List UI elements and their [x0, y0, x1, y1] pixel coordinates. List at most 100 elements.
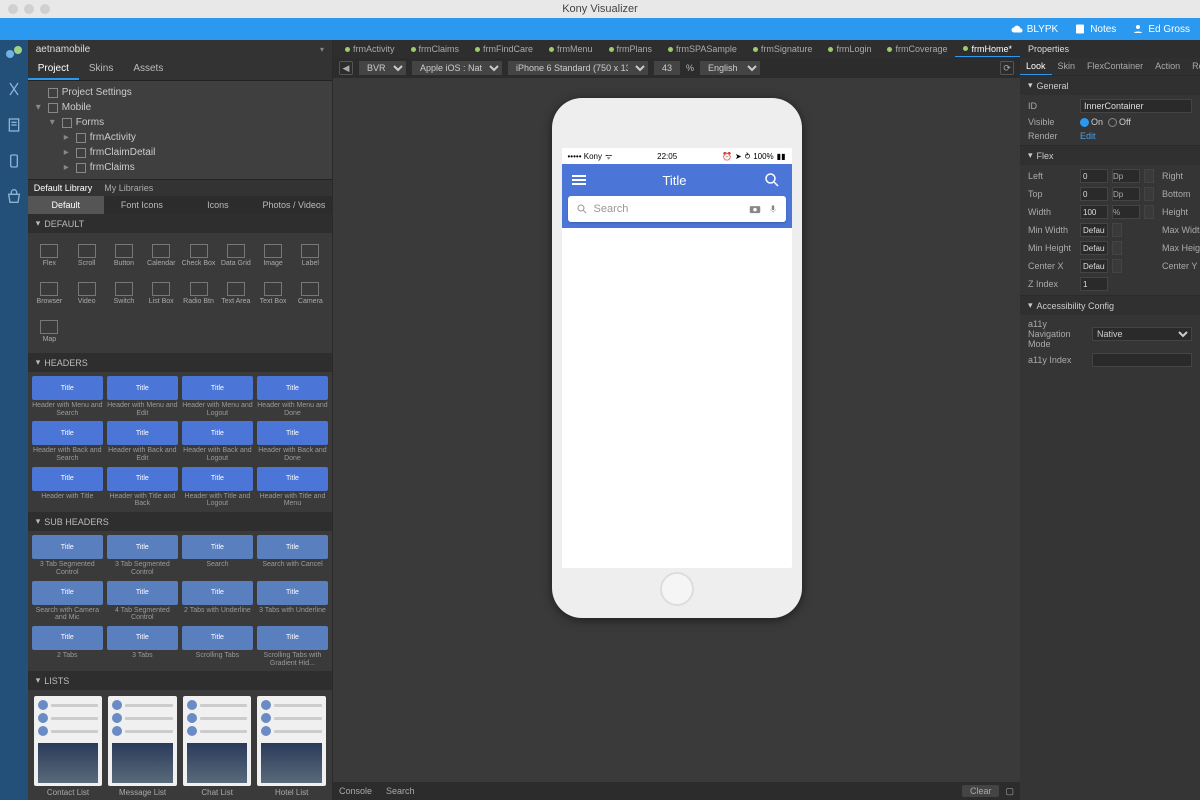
camera-icon[interactable]	[748, 202, 762, 216]
tree-mobile[interactable]: ▾Mobile	[28, 100, 332, 115]
subheader-template[interactable]: Search with Cancel	[257, 535, 328, 576]
document-icon[interactable]	[5, 116, 23, 134]
header-template[interactable]: Header with Title	[32, 467, 103, 508]
file-tab[interactable]: frmHome*	[955, 42, 1020, 57]
device-icon[interactable]	[5, 152, 23, 170]
widget-item[interactable]: Browser	[32, 275, 67, 311]
file-tab[interactable]: frmClaims	[403, 42, 468, 56]
id-input[interactable]	[1080, 99, 1192, 113]
filter-fonticons[interactable]: Font Icons	[104, 196, 180, 214]
section-subheaders[interactable]: ▾SUB HEADERS	[28, 512, 332, 531]
header-template[interactable]: Header with Menu and Edit	[107, 376, 178, 417]
widget-item[interactable]: List Box	[144, 275, 179, 311]
minw-input[interactable]	[1080, 223, 1108, 237]
section-lists[interactable]: ▾LISTS	[28, 671, 332, 690]
widget-item[interactable]: Flex	[32, 237, 67, 273]
header-template[interactable]: Header with Menu and Search	[32, 376, 103, 417]
a11y-index-input[interactable]	[1092, 353, 1192, 367]
widget-item[interactable]: Label	[293, 237, 328, 273]
file-tab[interactable]: frmActivity	[337, 42, 403, 56]
tree-item[interactable]: ▸frmClaimDetail	[56, 145, 332, 160]
cx-input[interactable]	[1080, 259, 1108, 273]
a11y-mode-select[interactable]: Native	[1092, 327, 1192, 341]
subheader-template[interactable]: 3 Tabs	[107, 626, 178, 667]
header-template[interactable]: Header with Back and Logout	[182, 421, 253, 462]
console-tab[interactable]: Console	[339, 786, 372, 796]
section-headers[interactable]: ▾HEADERS	[28, 353, 332, 372]
chevron-down-icon[interactable]: ▾	[320, 45, 324, 54]
zoom-input[interactable]	[654, 61, 680, 75]
header-template[interactable]: Header with Menu and Done	[257, 376, 328, 417]
left-input[interactable]	[1080, 169, 1108, 183]
subheader-template[interactable]: 3 Tab Segmented Control	[107, 535, 178, 576]
header-template[interactable]: Header with Back and Edit	[107, 421, 178, 462]
mic-icon[interactable]	[768, 202, 778, 216]
visible-off-radio[interactable]	[1108, 118, 1117, 127]
prop-tab-look[interactable]: Look	[1020, 58, 1052, 75]
widget-item[interactable]: Check Box	[181, 237, 216, 273]
clear-button[interactable]: Clear	[962, 785, 1000, 797]
section-default[interactable]: ▾DEFAULT	[28, 214, 332, 233]
subheader-template[interactable]: 3 Tabs with Underline	[257, 581, 328, 622]
header-template[interactable]: Header with Title and Logout	[182, 467, 253, 508]
locale-select[interactable]: English	[700, 61, 760, 75]
lib-tab-my[interactable]: My Libraries	[104, 183, 153, 193]
minh-input[interactable]	[1080, 241, 1108, 255]
prop-tab-flex[interactable]: FlexContainer	[1081, 58, 1149, 75]
menu-icon[interactable]	[572, 175, 586, 185]
widget-item[interactable]: Camera	[293, 275, 328, 311]
list-template[interactable]: Chat List	[183, 696, 252, 800]
device-screen[interactable]: ••••• Kony ᯤ 22:05 ⏰➤⥁100%▮▮ Title Searc…	[562, 148, 792, 568]
list-template[interactable]: Hotel List	[257, 696, 326, 800]
cloud-button[interactable]: BLYPK	[1011, 23, 1059, 35]
subheader-template[interactable]: 2 Tabs with Underline	[182, 581, 253, 622]
prop-tab-skin[interactable]: Skin	[1052, 58, 1082, 75]
filter-default[interactable]: Default	[28, 196, 104, 214]
file-tab[interactable]: frmSignature	[745, 42, 821, 56]
subheader-template[interactable]: Scrolling Tabs with Gradient Hid...	[257, 626, 328, 667]
visible-on-radio[interactable]	[1080, 118, 1089, 127]
tree-item[interactable]: ▸frmActivity	[56, 130, 332, 145]
file-tab[interactable]: frmCoverage	[879, 42, 955, 56]
file-tab[interactable]: frmLogin	[820, 42, 879, 56]
file-tab[interactable]: frmMenu	[541, 42, 601, 56]
subheader-template[interactable]: Scrolling Tabs	[182, 626, 253, 667]
search-tab[interactable]: Search	[386, 786, 415, 796]
tree-settings[interactable]: Project Settings	[28, 85, 332, 100]
home-button[interactable]	[660, 572, 694, 606]
widget-item[interactable]: Calendar	[144, 237, 179, 273]
prop-tab-action[interactable]: Action	[1149, 58, 1186, 75]
z-input[interactable]	[1080, 277, 1108, 291]
library-scroll[interactable]: ▾DEFAULT FlexScrollButtonCalendarCheck B…	[28, 214, 332, 800]
user-button[interactable]: Ed Gross	[1132, 23, 1190, 35]
widget-item[interactable]: Image	[255, 237, 290, 273]
header-template[interactable]: Header with Menu and Logout	[182, 376, 253, 417]
device-select[interactable]: iPhone 6 Standard (750 x 1334)	[508, 61, 648, 75]
tree-forms[interactable]: ▾Forms	[42, 115, 332, 130]
notes-button[interactable]: Notes	[1074, 23, 1116, 35]
tab-skins[interactable]: Skins	[79, 59, 123, 80]
filter-photos[interactable]: Photos / Videos	[256, 196, 332, 214]
search-box[interactable]: Search	[568, 196, 786, 222]
subheader-template[interactable]: 3 Tab Segmented Control	[32, 535, 103, 576]
header-template[interactable]: Header with Back and Search	[32, 421, 103, 462]
widget-item[interactable]: Map	[32, 313, 67, 349]
tab-project[interactable]: Project	[28, 59, 79, 80]
refresh-icon[interactable]: ⟳	[1000, 61, 1014, 75]
prop-tab-review[interactable]: Review	[1186, 58, 1200, 75]
tab-assets[interactable]: Assets	[123, 59, 173, 80]
bvr-select[interactable]: BVR	[359, 61, 406, 75]
file-tab[interactable]: frmPlans	[601, 42, 661, 56]
render-edit-link[interactable]: Edit	[1080, 131, 1096, 141]
widget-item[interactable]: Text Box	[255, 275, 290, 311]
widget-item[interactable]: Text Area	[218, 275, 253, 311]
header-template[interactable]: Header with Title and Back	[107, 467, 178, 508]
subheader-template[interactable]: Search	[182, 535, 253, 576]
header-template[interactable]: Header with Back and Done	[257, 421, 328, 462]
store-icon[interactable]	[5, 188, 23, 206]
widget-item[interactable]: Video	[69, 275, 104, 311]
lib-tab-default[interactable]: Default Library	[34, 183, 93, 193]
widget-item[interactable]: Button	[106, 237, 141, 273]
list-template[interactable]: Contact List	[34, 696, 103, 800]
widget-item[interactable]: Switch	[106, 275, 141, 311]
